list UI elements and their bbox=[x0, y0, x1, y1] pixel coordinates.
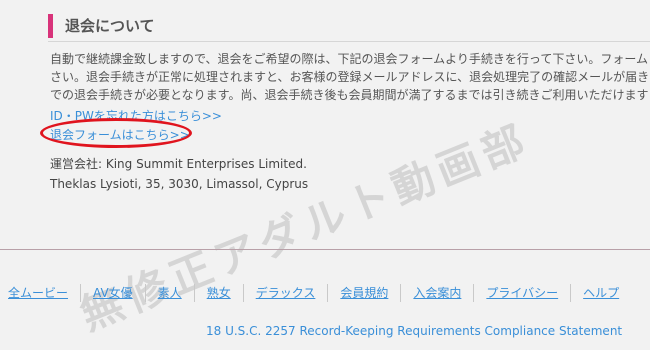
footer-link-av-actress[interactable]: AV女優 bbox=[81, 284, 146, 302]
footer-link-deluxe[interactable]: デラックス bbox=[244, 284, 329, 302]
title-divider bbox=[48, 41, 650, 42]
footer-divider bbox=[0, 249, 650, 250]
footer-link-all-movies[interactable]: 全ムービー bbox=[0, 284, 82, 302]
footer-link-privacy[interactable]: プライバシー bbox=[474, 284, 572, 302]
company-address: Theklas Lysioti, 35, 3030, Limassol, Cyp… bbox=[50, 177, 309, 191]
footer-link-join-guide[interactable]: 入会案内 bbox=[401, 284, 475, 302]
company-name: 運営会社: King Summit Enterprises Limited. bbox=[50, 157, 307, 171]
cancel-form-link[interactable]: 退会フォームはこちら>> bbox=[50, 126, 190, 143]
cancellation-description: 自動で継続課金致しますので、退会をご希望の際は、下記の退会フォームより手続きを行… bbox=[50, 50, 650, 104]
description-line: さい。退会手続きが正常に処理されますと、お客様の登録メールアドレスに、退会処理完… bbox=[50, 70, 650, 84]
section-title: 退会について bbox=[48, 14, 155, 38]
footer-link-mature[interactable]: 熟女 bbox=[195, 284, 244, 302]
footer-link-terms[interactable]: 会員規約 bbox=[328, 284, 402, 302]
forgot-id-pw-link[interactable]: ID・PWを忘れた方はこちら>> bbox=[50, 107, 222, 124]
footer-link-help[interactable]: ヘルプ bbox=[571, 284, 631, 302]
description-line: 自動で継続課金致しますので、退会をご希望の際は、下記の退会フォームより手続きを行… bbox=[50, 52, 648, 66]
company-info: 運営会社: King Summit Enterprises Limited. T… bbox=[50, 154, 308, 194]
compliance-statement-link[interactable]: 18 U.S.C. 2257 Record-Keeping Requiremen… bbox=[206, 324, 622, 338]
footer-link-amateur[interactable]: 素人 bbox=[146, 284, 195, 302]
description-line: での退会手続きが必要となります。尚、退会手続き後も会員期間が満了するまでは引き続… bbox=[50, 88, 649, 102]
footer-nav: 全ムービー AV女優 素人 熟女 デラックス 会員規約 入会案内 プライバシー … bbox=[0, 284, 650, 302]
